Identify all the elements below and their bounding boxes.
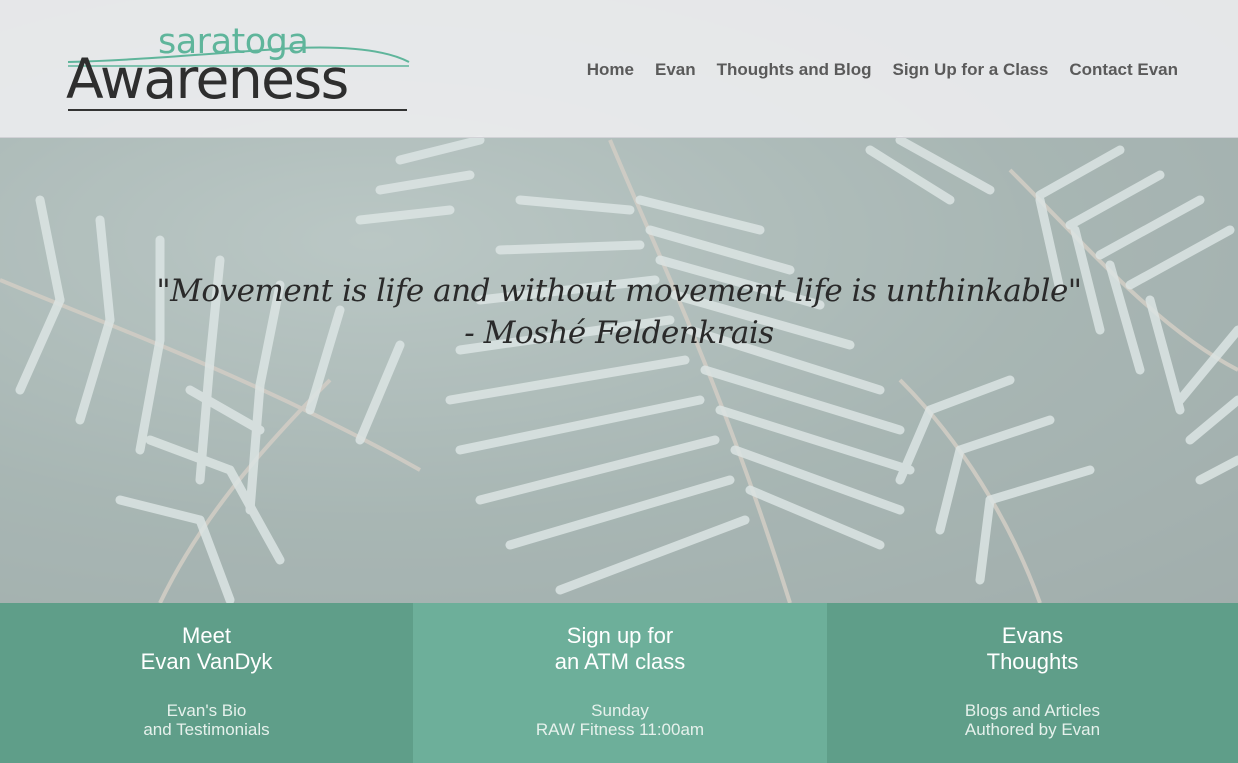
panel-title: Meet Evan VanDyk <box>0 623 413 675</box>
panel-subtitle: Sunday RAW Fitness 11:00am <box>413 701 827 739</box>
panel-subtitle: Evan's Bio and Testimonials <box>0 701 413 739</box>
panel-title-line1: Meet <box>182 623 231 648</box>
panel-sub-line1: Sunday <box>591 701 649 720</box>
panel-title-line1: Sign up for <box>566 623 674 648</box>
main-navigation: Home Evan Thoughts and Blog Sign Up for … <box>587 60 1178 80</box>
nav-evan[interactable]: Evan <box>655 60 696 80</box>
panel-title: Sign up for an ATM class <box>413 623 827 675</box>
logo-underline <box>68 109 407 111</box>
quote-author: - Moshé Feldenkrais <box>464 315 774 351</box>
logo-main-text: Awareness <box>66 47 349 111</box>
panel-sub-line1: Blogs and Articles <box>964 701 1101 720</box>
panel-title-line2: an ATM class <box>554 649 686 674</box>
panel-sub-line2: Authored by Evan <box>964 720 1101 739</box>
panel-evans-thoughts[interactable]: Evans Thoughts Blogs and Articles Author… <box>827 603 1238 763</box>
panel-subtitle: Blogs and Articles Authored by Evan <box>827 701 1238 739</box>
quote-text: "Movement is life and without movement l… <box>156 273 1082 309</box>
panel-meet-evan[interactable]: Meet Evan VanDyk Evan's Bio and Testimon… <box>0 603 413 763</box>
nav-thoughts-and-blog[interactable]: Thoughts and Blog <box>717 60 872 80</box>
panel-sign-up-class[interactable]: Sign up for an ATM class Sunday RAW Fitn… <box>413 603 827 763</box>
site-logo[interactable]: saratoga Awareness <box>66 22 411 116</box>
panel-title: Evans Thoughts <box>827 623 1238 675</box>
site-header: saratoga Awareness Home Evan Thoughts an… <box>0 0 1238 138</box>
hero-quote: "Movement is life and without movement l… <box>0 270 1238 354</box>
panel-title-line1: Evans <box>1001 623 1064 648</box>
nav-home[interactable]: Home <box>587 60 634 80</box>
nav-sign-up-for-a-class[interactable]: Sign Up for a Class <box>892 60 1048 80</box>
panel-sub-line2: and Testimonials <box>143 720 270 739</box>
panel-title-line2: Thoughts <box>986 649 1079 674</box>
feature-panels: Meet Evan VanDyk Evan's Bio and Testimon… <box>0 603 1238 763</box>
panel-sub-line2: RAW Fitness 11:00am <box>535 720 705 739</box>
panel-title-line2: Evan VanDyk <box>140 649 273 674</box>
panel-sub-line1: Evan's Bio <box>166 701 247 720</box>
nav-contact-evan[interactable]: Contact Evan <box>1069 60 1178 80</box>
